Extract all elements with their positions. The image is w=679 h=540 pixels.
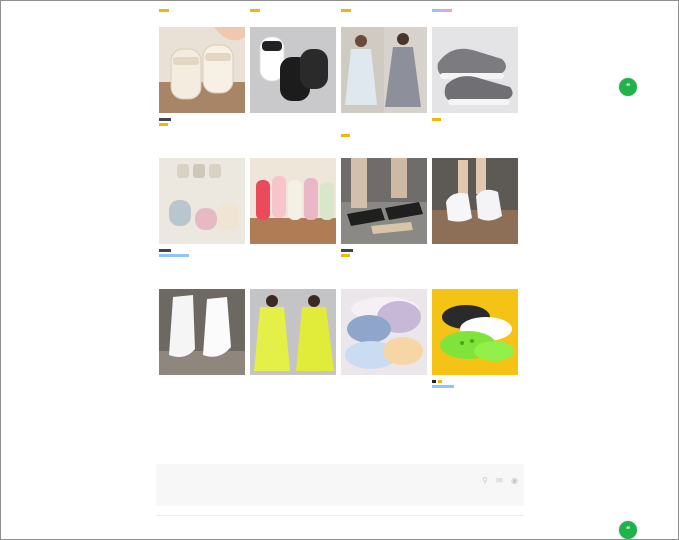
- product-name[interactable]: [341, 116, 427, 132]
- tag: [341, 134, 350, 137]
- footer-box: ⚲ ✉ ◉: [156, 464, 524, 506]
- product-tags: [159, 123, 245, 126]
- product-card[interactable]: [432, 158, 518, 288]
- product-image[interactable]: [432, 289, 518, 375]
- previous-row-tags: [159, 9, 519, 13]
- product-card[interactable]: [341, 158, 427, 288]
- product-card[interactable]: [432, 27, 518, 157]
- product-image[interactable]: [432, 27, 518, 113]
- product-tags: [432, 380, 518, 383]
- product-image[interactable]: [250, 27, 336, 113]
- product-row: [159, 27, 521, 158]
- product-tags: [432, 118, 518, 121]
- product-tags: [159, 118, 245, 121]
- product-grid: [159, 27, 521, 420]
- product-row: [159, 158, 521, 289]
- product-image[interactable]: [159, 27, 245, 113]
- page-frame: ⚲ ✉ ◉ ❝ ❝: [0, 0, 679, 540]
- product-card[interactable]: [159, 289, 245, 419]
- product-tags: [341, 249, 427, 252]
- product-image[interactable]: [341, 158, 427, 244]
- tag: [341, 9, 351, 12]
- product-image[interactable]: [341, 27, 427, 113]
- tag: [159, 123, 168, 126]
- product-tags: [159, 254, 245, 257]
- product-card[interactable]: [250, 289, 336, 419]
- product-image[interactable]: [250, 158, 336, 244]
- social-icons: ⚲ ✉ ◉: [476, 476, 518, 485]
- tag: [432, 385, 454, 388]
- divider: [156, 515, 524, 516]
- product-card[interactable]: [341, 27, 427, 157]
- tag: [341, 254, 350, 257]
- product-tags: [432, 385, 518, 388]
- tag: [432, 9, 452, 12]
- product-image[interactable]: [159, 158, 245, 244]
- product-image[interactable]: [341, 289, 427, 375]
- product-name[interactable]: [250, 378, 336, 394]
- product-tags: [159, 249, 245, 252]
- chat-icon[interactable]: ❝: [619, 78, 637, 96]
- product-card[interactable]: [341, 289, 427, 419]
- tag: [341, 249, 353, 252]
- tag: [438, 380, 442, 383]
- chat-icon[interactable]: ❝: [619, 521, 637, 539]
- tag: [159, 9, 169, 12]
- product-row: [159, 289, 521, 420]
- tag: [159, 118, 171, 121]
- wechat-icon[interactable]: ✉: [496, 476, 503, 485]
- globe-icon[interactable]: ◉: [511, 476, 518, 485]
- product-card[interactable]: [250, 158, 336, 288]
- product-name[interactable]: [250, 247, 336, 263]
- product-card[interactable]: [250, 27, 336, 157]
- product-card[interactable]: [159, 27, 245, 157]
- product-image[interactable]: [250, 289, 336, 375]
- tag: [159, 254, 189, 257]
- tag: [250, 9, 260, 12]
- tag: [432, 380, 436, 383]
- tag: [432, 118, 441, 121]
- weibo-icon[interactable]: ⚲: [482, 476, 488, 485]
- product-image[interactable]: [159, 289, 245, 375]
- product-card[interactable]: [159, 158, 245, 288]
- product-tags: [341, 254, 427, 257]
- product-tags: [341, 134, 427, 137]
- tag: [159, 249, 171, 252]
- product-image[interactable]: [432, 158, 518, 244]
- product-card[interactable]: [432, 289, 518, 419]
